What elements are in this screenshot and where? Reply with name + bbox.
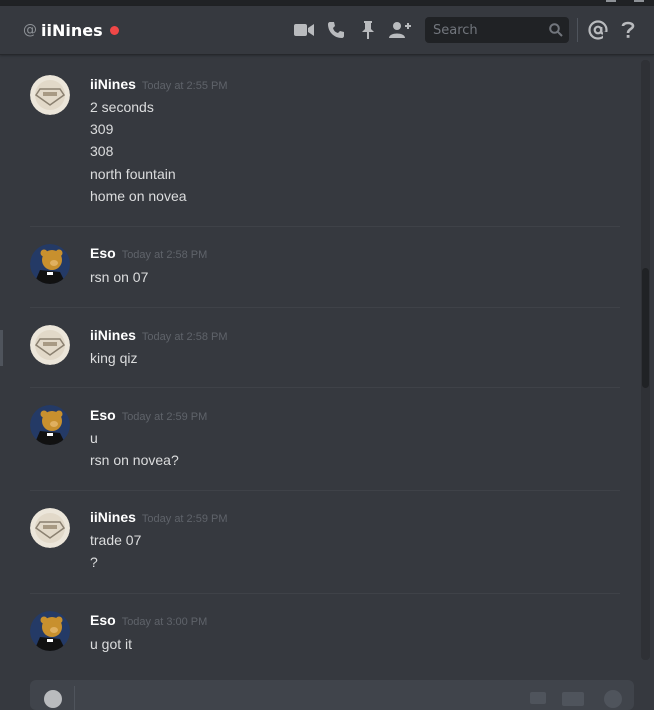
message-author[interactable]: iiNines Today at 2:59 PM	[90, 509, 228, 525]
message-text: 309	[90, 121, 114, 137]
diamond-badge-avatar[interactable]	[30, 508, 70, 548]
add-friend-icon[interactable]	[389, 19, 411, 41]
bear-avatar[interactable]	[30, 611, 70, 651]
message-text: 2 seconds	[90, 99, 154, 115]
message-text: u	[90, 430, 98, 446]
channel-header: @ iiNines	[0, 6, 654, 55]
search-box[interactable]	[425, 17, 569, 43]
header-separator	[577, 18, 578, 42]
message-text: ?	[90, 554, 98, 570]
message-list: iiNines Today at 2:55 PM 2 seconds 309 30…	[0, 56, 640, 662]
message-composer[interactable]	[30, 680, 634, 710]
scrollbar-thumb[interactable]	[642, 268, 649, 388]
gif-icon[interactable]	[530, 692, 546, 704]
message-divider	[30, 307, 620, 308]
video-call-icon[interactable]	[293, 19, 315, 41]
message-text: north fountain	[90, 166, 176, 182]
emoji-icon[interactable]	[604, 690, 622, 708]
diamond-badge-avatar[interactable]	[30, 325, 70, 365]
mentions-icon[interactable]	[587, 19, 609, 45]
message-text: 308	[90, 143, 114, 159]
header-toolbar	[293, 6, 421, 54]
status-dnd-indicator	[109, 25, 119, 35]
message-timestamp: Today at 2:58 PM	[141, 331, 228, 343]
message-text: rsn on 07	[90, 269, 149, 285]
message-divider	[30, 226, 620, 227]
message-author[interactable]: Eso Today at 3:00 PM	[90, 612, 207, 628]
message-divider	[30, 593, 620, 594]
bear-avatar[interactable]	[30, 244, 70, 284]
message-divider	[30, 387, 620, 388]
minimize-icon[interactable]	[606, 0, 616, 2]
bear-avatar[interactable]	[30, 405, 70, 445]
search-input[interactable]	[431, 21, 545, 39]
message-author[interactable]: iiNines Today at 2:55 PM	[90, 76, 228, 92]
upload-icon[interactable]	[44, 690, 62, 708]
search-icon	[549, 22, 563, 41]
message-timestamp: Today at 2:55 PM	[141, 80, 228, 92]
maximize-icon[interactable]	[634, 0, 644, 2]
message-timestamp: Today at 3:00 PM	[121, 616, 208, 628]
voice-call-icon[interactable]	[325, 19, 347, 41]
gift-icon[interactable]	[562, 692, 584, 706]
message-author[interactable]: Eso Today at 2:59 PM	[90, 407, 207, 423]
message-text: king qiz	[90, 350, 138, 366]
message-author[interactable]: Eso Today at 2:58 PM	[90, 245, 207, 261]
message-divider	[30, 490, 620, 491]
message-timestamp: Today at 2:59 PM	[141, 513, 228, 525]
message-author[interactable]: iiNines Today at 2:58 PM	[90, 327, 228, 343]
channel-name: iiNines	[41, 20, 103, 40]
message-text: trade 07	[90, 532, 142, 548]
message-text: rsn on novea?	[90, 452, 179, 468]
pin-icon[interactable]	[357, 19, 379, 41]
message-timestamp: Today at 2:58 PM	[121, 249, 208, 261]
composer-separator	[74, 686, 75, 710]
message-text: home on novea	[90, 188, 187, 204]
message-text: u got it	[90, 636, 133, 652]
help-icon[interactable]	[620, 19, 636, 45]
dm-at-icon: @	[23, 22, 37, 38]
diamond-badge-avatar[interactable]	[30, 75, 70, 115]
message-timestamp: Today at 2:59 PM	[121, 411, 208, 423]
